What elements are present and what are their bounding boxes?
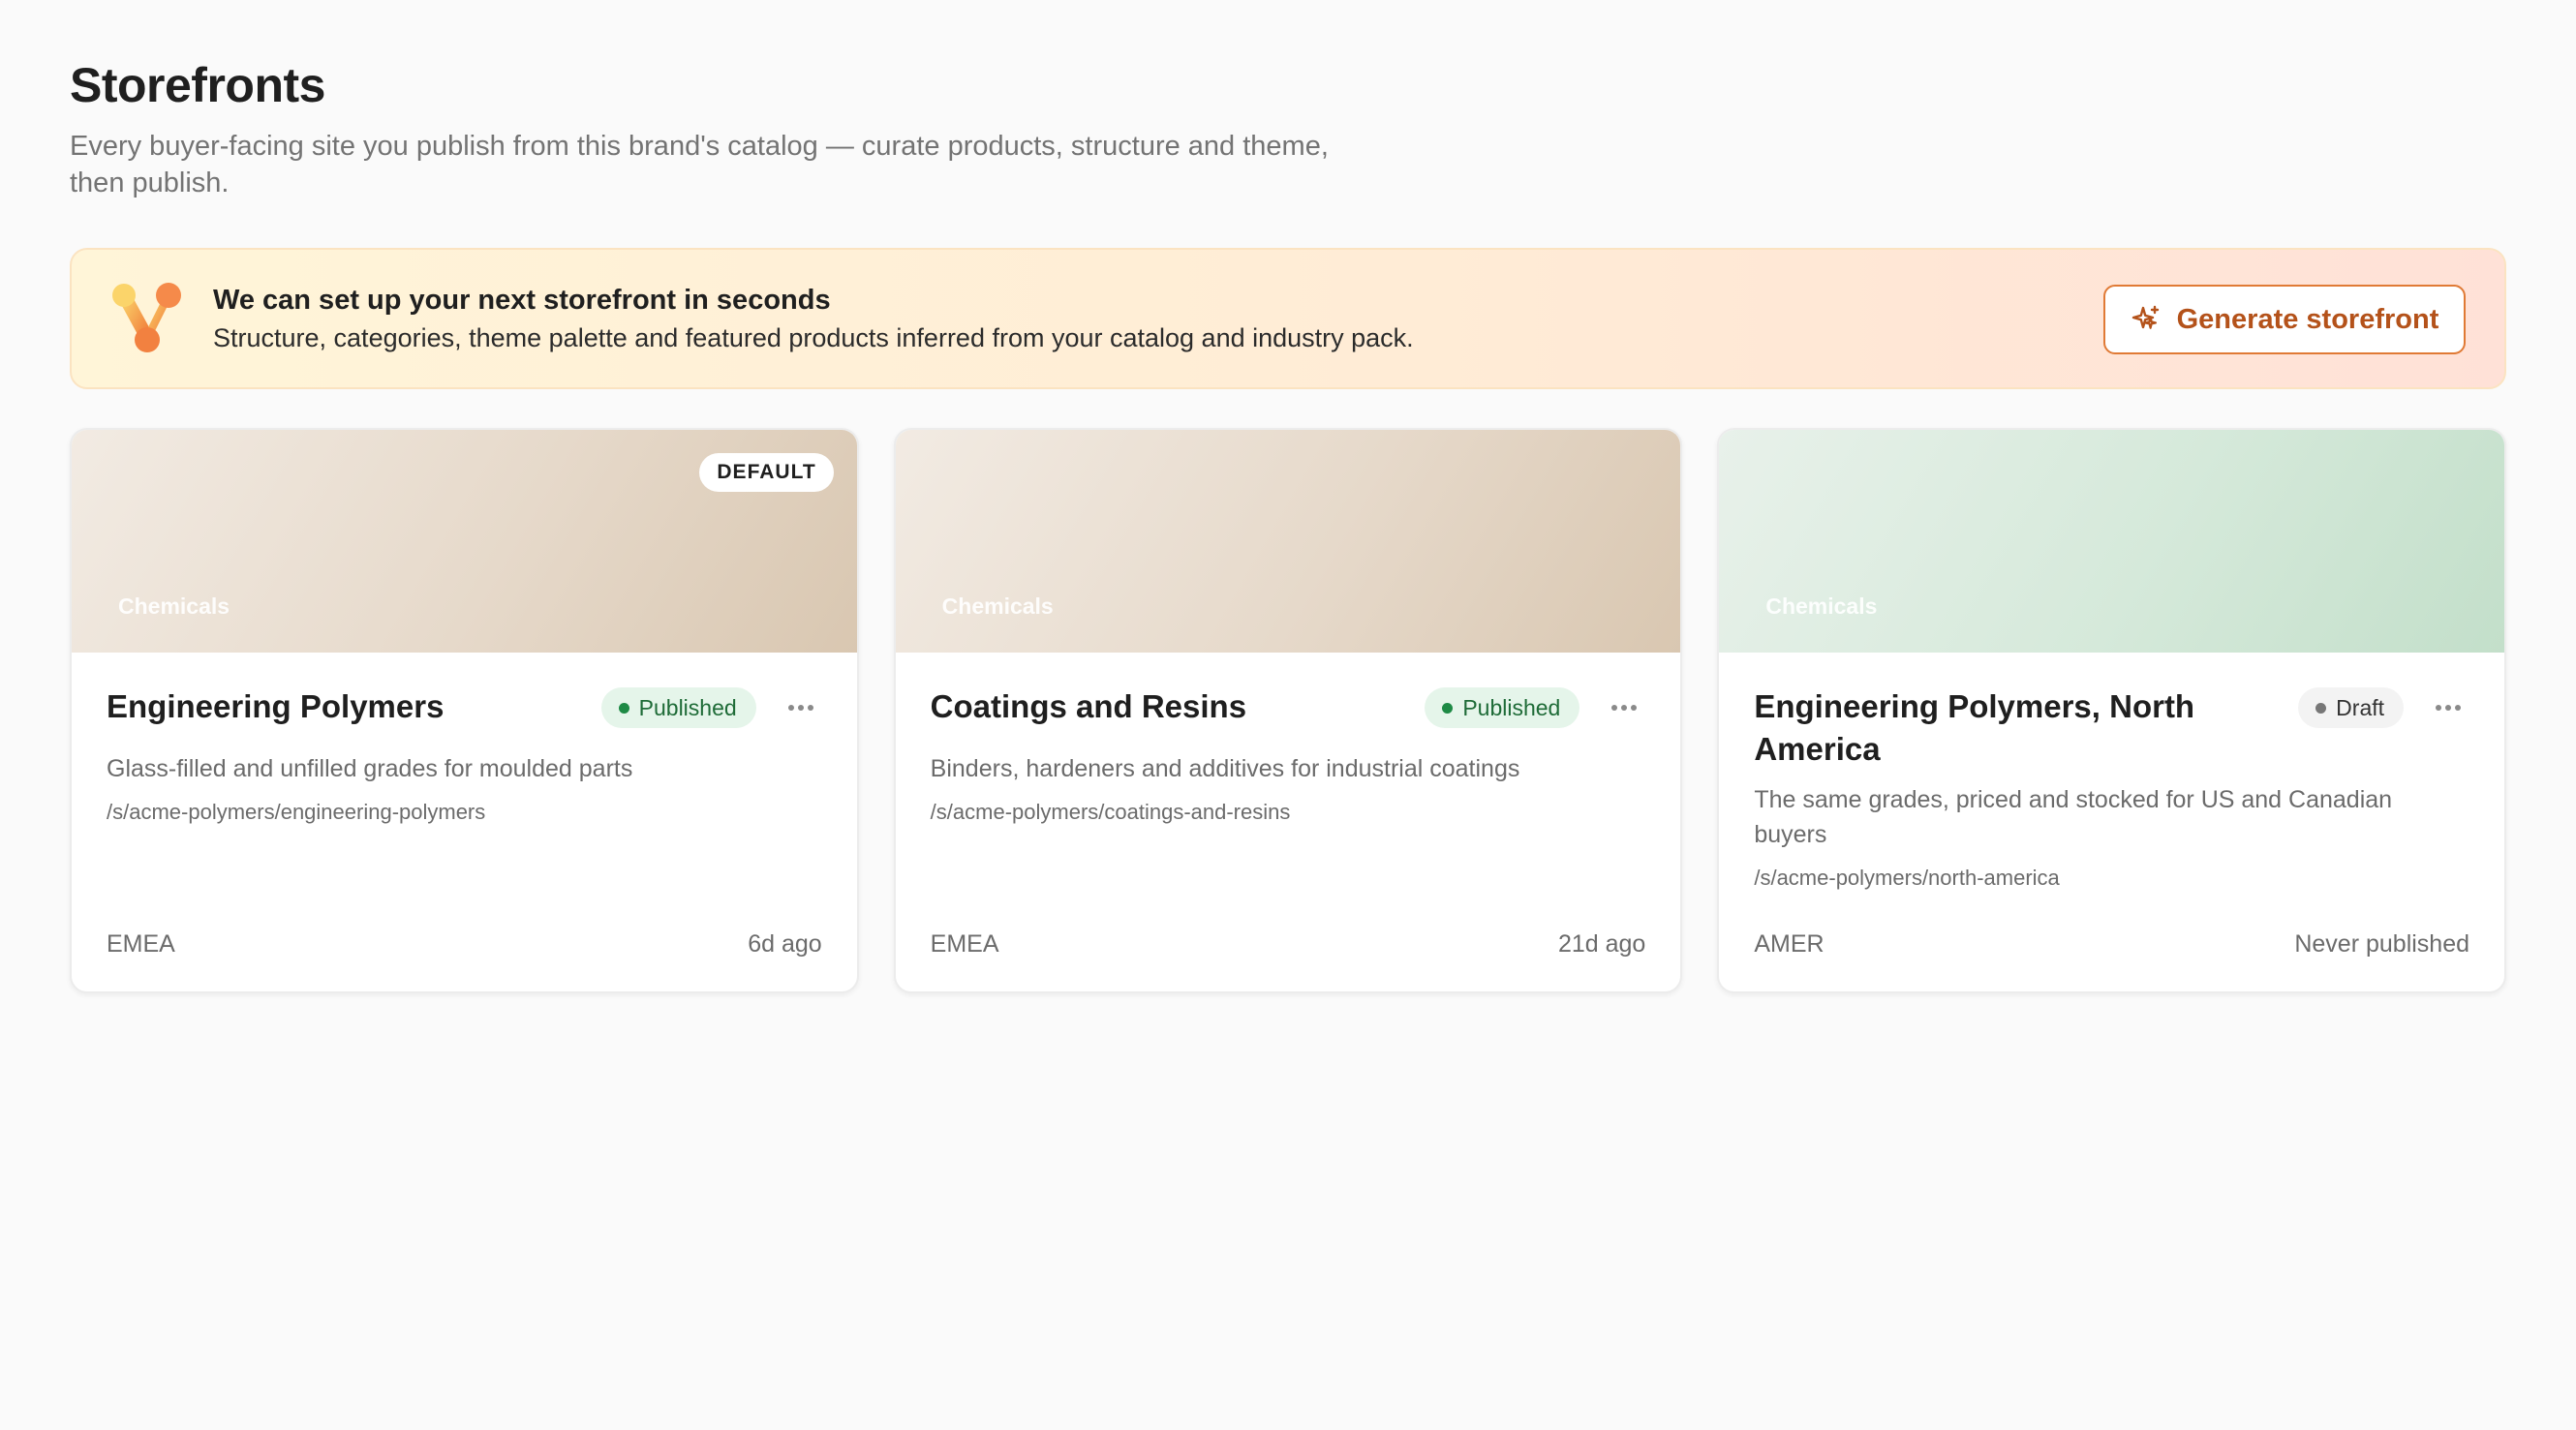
storefront-card[interactable]: DEFAULT Chemicals Engineering Polymers P… <box>70 428 859 993</box>
default-badge: DEFAULT <box>699 453 834 492</box>
generate-storefront-button[interactable]: Generate storefront <box>2103 285 2466 354</box>
status-dot-icon <box>2315 702 2327 714</box>
storefront-path: /s/acme-polymers/engineering-polymers <box>107 800 486 824</box>
storefront-card[interactable]: Chemicals Coatings and Resins Published … <box>893 428 1683 993</box>
status-badge: Published <box>1425 687 1580 728</box>
storefront-cover: DEFAULT Chemicals <box>72 430 857 653</box>
storefront-description: Binders, hardeners and additives for ind… <box>930 755 1520 782</box>
more-horizontal-icon <box>2436 705 2462 711</box>
page-subtitle: Every buyer-facing site you publish from… <box>70 131 1329 198</box>
more-options-button[interactable] <box>780 687 822 728</box>
storefront-title[interactable]: Engineering Polymers <box>107 685 601 728</box>
generate-banner: We can set up your next storefront in se… <box>70 248 2506 389</box>
status-dot-icon <box>618 702 629 714</box>
more-options-button[interactable] <box>2427 687 2469 728</box>
storefront-path: /s/acme-polymers/north-america <box>1754 866 2060 890</box>
status-badge: Draft <box>2298 687 2405 728</box>
storefront-grid: DEFAULT Chemicals Engineering Polymers P… <box>70 428 2507 993</box>
cover-industry-label: Chemicals <box>1765 593 1878 619</box>
storefront-region: AMER <box>1754 930 1825 958</box>
storefront-updated: Never published <box>2294 930 2470 958</box>
storefront-card[interactable]: Chemicals Engineering Polymers, North Am… <box>1717 428 2507 993</box>
generate-storefront-label: Generate storefront <box>2176 303 2439 335</box>
page-title: Storefronts <box>70 58 325 112</box>
more-horizontal-icon <box>1611 705 1638 711</box>
molecule-logo-icon <box>112 283 181 352</box>
status-label: Published <box>638 694 737 720</box>
storefront-title[interactable]: Engineering Polymers, North America <box>1754 685 2298 771</box>
sparkle-icon <box>2131 305 2159 329</box>
storefront-region: EMEA <box>930 930 999 958</box>
status-label: Published <box>1462 694 1561 720</box>
more-horizontal-icon <box>787 705 813 711</box>
cover-industry-label: Chemicals <box>941 593 1054 619</box>
status-dot-icon <box>1442 702 1454 714</box>
storefront-description: Glass-filled and unfilled grades for mou… <box>107 755 633 782</box>
storefront-path: /s/acme-polymers/coatings-and-resins <box>930 800 1291 824</box>
storefront-updated: 6d ago <box>748 930 822 958</box>
storefront-region: EMEA <box>107 930 175 958</box>
storefront-description: The same grades, priced and stocked for … <box>1754 786 2393 848</box>
status-badge: Published <box>600 687 756 728</box>
storefront-cover: Chemicals <box>1719 430 2505 653</box>
more-options-button[interactable] <box>1603 687 1645 728</box>
status-label: Draft <box>2336 694 2385 720</box>
storefront-cover: Chemicals <box>895 430 1681 653</box>
cover-industry-label: Chemicals <box>118 593 230 619</box>
storefront-updated: 21d ago <box>1557 930 1646 958</box>
storefronts-page: Storefronts Every buyer-facing site you … <box>0 0 2576 1430</box>
storefront-title[interactable]: Coatings and Resins <box>931 685 1426 728</box>
